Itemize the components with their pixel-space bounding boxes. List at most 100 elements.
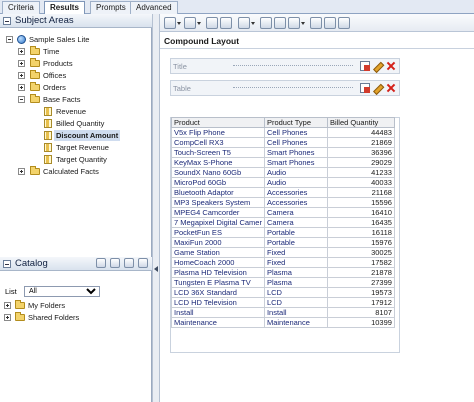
collapse-left-icon[interactable] [154,266,158,272]
cell-product[interactable]: MaxiFun 2000 [171,237,265,248]
cell-product[interactable]: LCD 36X Standard [171,287,265,298]
cell-product[interactable]: 7 Megapixel Digital Camer [171,217,265,228]
cell-product[interactable]: Install [171,307,265,318]
cell-product[interactable]: SoundX Nano 60Gb [171,167,265,178]
expand-icon[interactable] [18,72,25,79]
cell-product-type[interactable]: Accessories [263,197,328,208]
remove-icon[interactable] [310,17,322,29]
cell-product[interactable]: MicroPod 60Gb [171,177,265,188]
tree-node-base-facts[interactable]: Base Facts [0,94,150,105]
tree-node-offices[interactable]: Offices [0,70,150,81]
cell-product-type[interactable]: Cell Phones [263,127,328,138]
tree-node-root[interactable]: Sample Sales Lite [0,34,150,45]
table-view[interactable]: Table [170,80,400,96]
export-icon[interactable] [184,17,201,29]
cell-product[interactable]: HomeCoach 2000 [171,257,265,268]
expand-icon[interactable] [4,314,11,321]
cell-product-type[interactable]: Fixed [263,257,328,268]
remove-view-icon[interactable] [386,61,396,71]
pane-splitter[interactable] [152,14,160,402]
cell-product[interactable]: Tungsten E Plasma TV [171,277,265,288]
column-header-product[interactable]: Product [171,117,265,128]
cell-product[interactable]: KeyMax S-Phone [171,157,265,168]
collapse-icon[interactable] [3,17,11,25]
cell-product-type[interactable]: Audio [263,177,328,188]
catalog-list-select[interactable]: All [24,286,100,297]
show-selection-icon[interactable] [288,17,305,29]
tree-node-products[interactable]: Products [0,58,150,69]
cell-product-type[interactable]: Camera [263,217,328,228]
cell-product[interactable]: MPEG4 Camcorder [171,207,265,218]
collapse-icon[interactable] [3,260,11,268]
cell-product[interactable]: MP3 Speakers System [171,197,265,208]
edit-view-icon[interactable] [371,59,385,73]
filters-icon[interactable] [238,17,255,29]
cell-product[interactable]: LCD HD Television [171,297,265,308]
print-icon[interactable] [206,17,218,29]
catalog-search-icon[interactable] [96,258,106,268]
column-header-billed-quantity[interactable]: Billed Quantity [326,117,395,128]
catalog-copy-icon[interactable] [110,258,120,268]
expand-icon[interactable] [18,168,25,175]
options-icon[interactable] [338,17,350,29]
view-properties-icon[interactable] [360,61,370,71]
cell-product-type[interactable]: Portable [263,227,328,238]
cell-product[interactable]: V5x Flip Phone [171,127,265,138]
catalog-folder-shared-folders[interactable]: Shared Folders [0,312,150,323]
properties-icon[interactable] [274,17,286,29]
cell-product-type[interactable]: Portable [263,237,328,248]
column-header-product-type[interactable]: Product Type [263,117,328,128]
tree-column-target-quantity[interactable]: Target Quantity [0,154,150,165]
cell-product-type[interactable]: Smart Phones [263,157,328,168]
cell-product-type[interactable]: LCD [263,287,328,298]
layout-icon[interactable] [260,17,272,29]
title-view[interactable]: Title [170,58,400,74]
refresh-icon[interactable] [220,17,232,29]
expand-icon[interactable] [18,48,25,55]
cell-product[interactable]: Game Station [171,247,265,258]
remove-view-icon[interactable] [386,83,396,93]
tab-advanced[interactable]: Advanced [130,1,178,14]
collapse-icon[interactable] [18,96,25,103]
expand-icon[interactable] [18,84,25,91]
tree-node-time[interactable]: Time [0,46,150,57]
tab-prompts[interactable]: Prompts [90,1,132,14]
cell-product[interactable]: PocketFun ES [171,227,265,238]
cell-product[interactable]: Plasma HD Television [171,267,265,278]
cell-product-type[interactable]: LCD [263,297,328,308]
expand-icon[interactable] [18,60,25,67]
cell-product-type[interactable]: Smart Phones [263,147,328,158]
tab-criteria[interactable]: Criteria [2,1,40,14]
cell-product-type[interactable]: Maintenance [263,317,328,328]
catalog-refresh-icon[interactable] [138,258,148,268]
tree-column-target-revenue[interactable]: Target Revenue [0,142,150,153]
measure-column-icon [44,131,52,140]
cell-product[interactable]: CompCell RX3 [171,137,265,148]
tree-node-orders[interactable]: Orders [0,82,150,93]
cell-product-type[interactable]: Cell Phones [263,137,328,148]
cell-product-type[interactable]: Audio [263,167,328,178]
tree-column-revenue[interactable]: Revenue [0,106,150,117]
cell-product-type[interactable]: Accessories [263,187,328,198]
edit-view-icon[interactable] [371,81,385,95]
cell-product-type[interactable]: Fixed [263,247,328,258]
tree-node-calculated-facts[interactable]: Calculated Facts [0,166,150,177]
collapse-icon[interactable] [6,36,13,43]
cell-product-type[interactable]: Plasma [263,267,328,278]
new-view-icon[interactable] [164,17,181,29]
catalog-folder-my-folders[interactable]: My Folders [0,300,150,311]
cell-product-type[interactable]: Install [263,307,328,318]
cell-product-type[interactable]: Plasma [263,277,328,288]
tree-column-discount-amount[interactable]: Discount Amount [0,130,150,141]
tab-results[interactable]: Results [44,1,85,15]
cell-product[interactable]: Bluetooth Adaptor [171,187,265,198]
view-properties-icon[interactable] [360,83,370,93]
compound-layout-icon[interactable] [324,17,336,29]
subject-areas-header: Subject Areas [0,14,152,28]
tree-column-billed-quantity[interactable]: Billed Quantity [0,118,150,129]
catalog-edit-icon[interactable] [124,258,134,268]
cell-product[interactable]: Maintenance [171,317,265,328]
expand-icon[interactable] [4,302,11,309]
cell-product[interactable]: Touch-Screen T5 [171,147,265,158]
cell-product-type[interactable]: Camera [263,207,328,218]
